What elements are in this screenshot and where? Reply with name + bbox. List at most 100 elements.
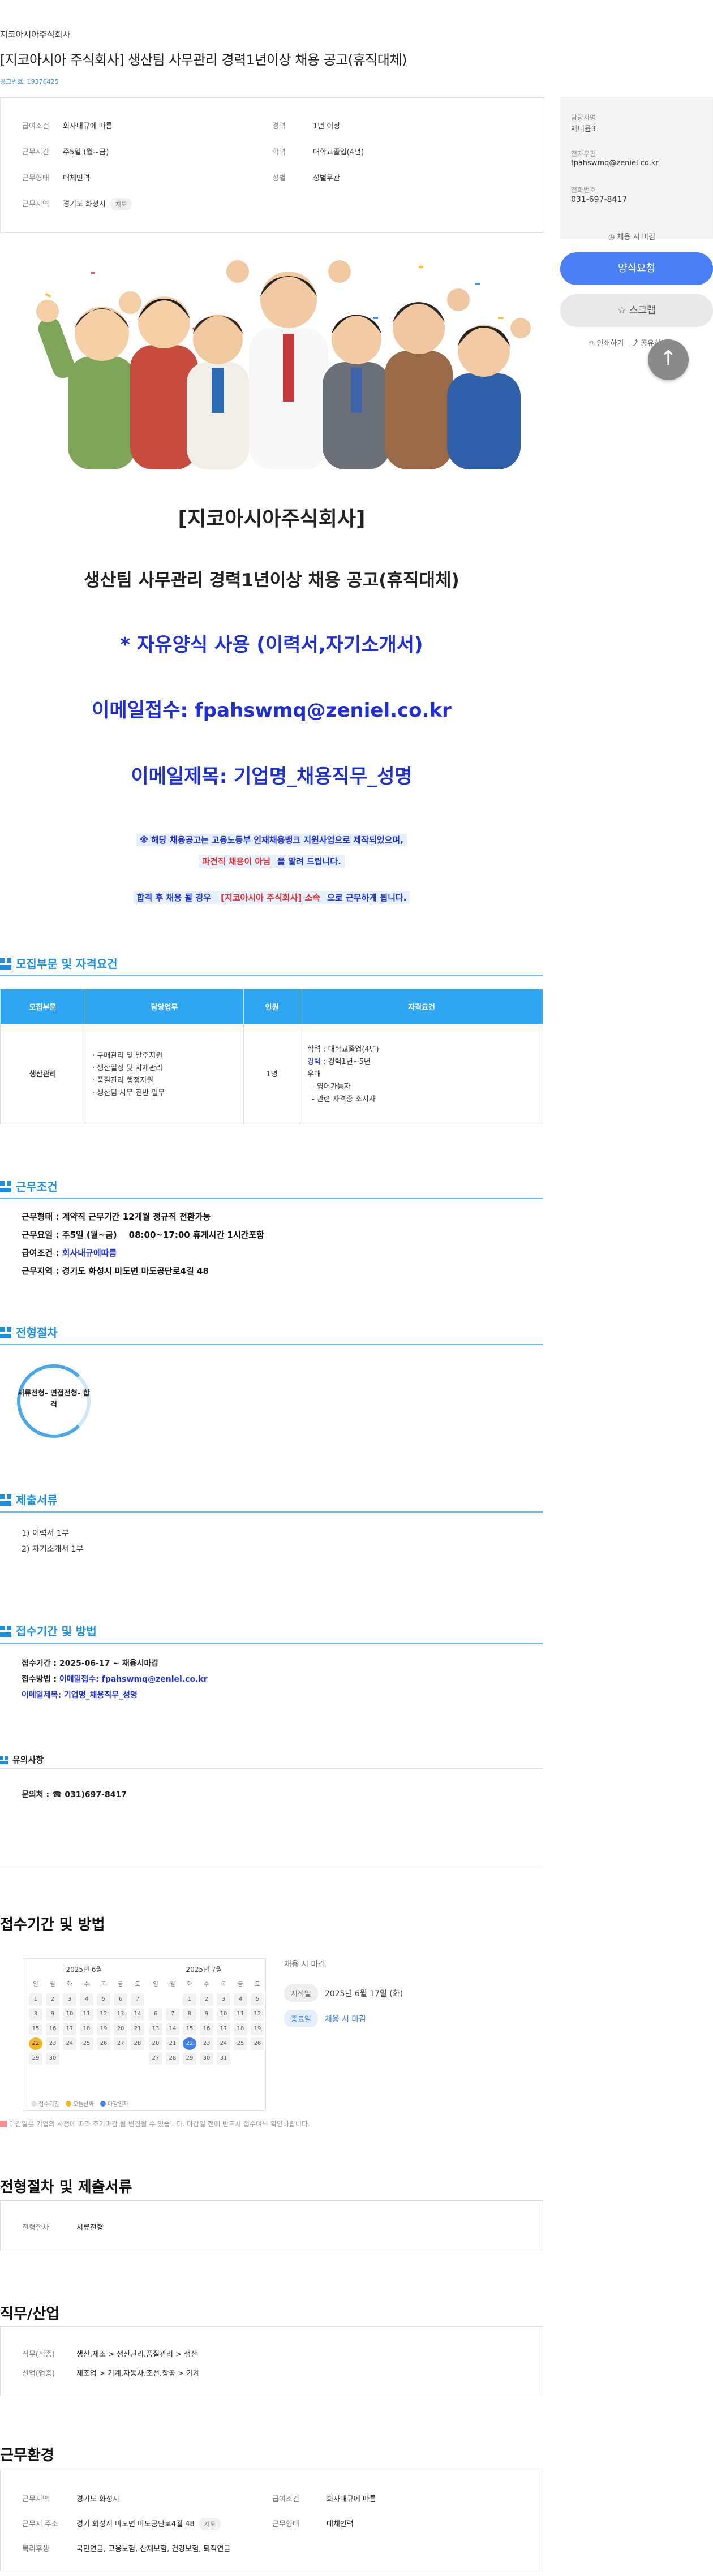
receipt-period: 접수기간 : 2025-06-17 ~ 채용시마감 xyxy=(22,1659,159,1668)
person-5 xyxy=(323,315,390,469)
person-1 xyxy=(36,300,136,469)
page-title: [지코아시아 주식회사] 생산팀 사무관리 경력1년이상 채용 공고(휴직대체) xyxy=(0,52,407,68)
scroll-top-button[interactable]: ↑ xyxy=(648,339,689,380)
calendar-day: 6 xyxy=(114,1993,127,2006)
weekday-label: 월 xyxy=(50,1981,55,1988)
calendar-day: 21 xyxy=(166,2037,179,2050)
divider xyxy=(0,1768,543,1769)
calendar-day: 5 xyxy=(97,1993,110,2006)
calendar-day: 19 xyxy=(251,2023,264,2035)
end-text: 채용 시 마감 xyxy=(324,2015,367,2024)
recruit-count: 1명 xyxy=(243,1024,300,1125)
calendar-day: 5 xyxy=(251,1993,264,2006)
calendar-day: 18 xyxy=(80,2023,93,2035)
contact-email[interactable]: fpahswmq@zeniel.co.kr xyxy=(571,159,659,167)
recruit-duties: · 구매관리 및 발주지원 · 생산일정 및 자재관리 · 품질관리 행정지원 … xyxy=(85,1024,244,1125)
calendar-day: 7 xyxy=(166,2008,179,2021)
share-icon: ⤴ xyxy=(630,339,638,348)
weekday-label: 수 xyxy=(84,1981,89,1988)
doc-item: 1) 이력서 1부 xyxy=(22,1529,69,1538)
receipt-method: 접수방법 : 이메일접수: fpahswmq@zeniel.co.kr xyxy=(22,1675,208,1684)
weekday-label: 화 xyxy=(67,1981,72,1988)
calendar-legend: 접수기간 오늘날짜 마감일자 xyxy=(31,2099,128,2108)
clock-icon: ◷ xyxy=(608,233,615,242)
weekday-label: 일 xyxy=(153,1981,158,1988)
start-date: 2025년 6월 17일 (화) xyxy=(324,1989,403,1998)
apply-section-title: 접수기간 및 방법 xyxy=(0,1916,105,1933)
calendar-day: 4 xyxy=(80,1993,93,2006)
industry-title: 직무/산업 xyxy=(0,2306,60,2323)
poster-company: [지코아시아주식회사] xyxy=(178,507,366,531)
calendar-day: 18 xyxy=(234,2023,247,2035)
alert-icon xyxy=(0,2121,7,2127)
contact-phone: 031-697-8417 xyxy=(571,195,628,204)
calendar-day: 22 xyxy=(183,2037,196,2050)
calendar-day: 13 xyxy=(114,2008,127,2021)
job-number: 공고번호: 19376425 xyxy=(0,78,59,85)
calendar-day: 8 xyxy=(183,2008,196,2021)
calendar-day: 10 xyxy=(217,2008,230,2021)
section-docs-heading: 제출서류 xyxy=(0,1491,58,1507)
grid-icon xyxy=(0,1181,11,1192)
calendar-day: 28 xyxy=(131,2037,144,2050)
calendar-day: 28 xyxy=(166,2052,179,2065)
scrap-button[interactable]: ☆ 스크랩 xyxy=(560,294,713,327)
calendar-day: 17 xyxy=(217,2023,230,2035)
divider xyxy=(0,1643,543,1644)
calendar-day: 14 xyxy=(166,2023,179,2035)
process-steps: 서류전형- 면접전형- 합격 xyxy=(18,1389,90,1409)
calendar-day: 2 xyxy=(46,1993,59,2006)
calendar-day: 24 xyxy=(217,2037,230,2050)
calendar-day: 21 xyxy=(131,2023,144,2035)
calendar-day: 20 xyxy=(149,2037,162,2050)
weekday-label: 수 xyxy=(204,1981,209,1988)
grid-icon xyxy=(0,1626,11,1637)
calendar-day: 25 xyxy=(234,2037,247,2050)
map-tag[interactable]: 지도 xyxy=(199,2518,221,2530)
industry-box: 직무(직종) 생산.제조 > 생산관리.품질관리 > 생산 산업(업종) 제조업 >… xyxy=(0,2326,543,2396)
weekday-label: 토 xyxy=(255,1981,260,1988)
calendar-day: 20 xyxy=(114,2023,127,2035)
recruit-part: 생산관리 xyxy=(0,1024,85,1125)
print-link[interactable]: 인쇄하기 xyxy=(597,339,624,348)
calendar-box: 2025년 6월 일 월 화 수 목 금 토 1 2 3 4 5 6 7 8 9 10 11 12 13 14 15 16 1… xyxy=(23,1958,266,2111)
calendar-day: 1 xyxy=(29,1993,42,2006)
work-type: 근무형태 : 계약직 근무기간 12개월 정규직 전환가능 xyxy=(22,1212,211,1222)
map-tag[interactable]: 지도 xyxy=(110,198,132,210)
calendar-day: 29 xyxy=(183,2052,196,2065)
calendar-blank xyxy=(149,1993,162,2006)
section-inquiry-heading: 유의사항 xyxy=(0,1754,44,1765)
calendar-blank xyxy=(166,1993,179,2006)
inquiry-phone: 문의처 : ☎ 031)697-8417 xyxy=(22,1790,127,1799)
calendar-day: 30 xyxy=(46,2052,59,2065)
proc-docs-box: 전형절차 서류전형 xyxy=(0,2200,543,2251)
calendar-day: 25 xyxy=(80,2037,93,2050)
contact-panel: 담당자명 재니뮴3 전자우편 fpahswmq@zeniel.co.kr 전화번… xyxy=(560,97,713,239)
calendar-day: 15 xyxy=(29,2023,42,2035)
calendar-day: 9 xyxy=(200,2008,213,2021)
receipt-subject: 이메일제목: 기업명_채용직무_성명 xyxy=(22,1691,138,1700)
poster-notice-3: 합격 후 채용 될 경우 [지코아시아 주식회사] 소속 으로 근무하게 됩니다. xyxy=(0,891,543,904)
calendar-day: 19 xyxy=(97,2023,110,2035)
calendar-day: 23 xyxy=(46,2037,59,2050)
apply-button[interactable]: 양식요청 xyxy=(560,252,713,285)
calendar-day: 12 xyxy=(251,2008,264,2021)
calendar-day: 3 xyxy=(217,1993,230,2006)
calendar-day: 29 xyxy=(29,2052,42,2065)
doc-item: 2) 자기소개서 1부 xyxy=(22,1545,84,1554)
poster-notice-1: ※ 해당 채용공고는 고용노동부 인재채용뱅크 지원사업으로 제작되었으며, xyxy=(0,834,543,846)
deadline-mini: ◷ 채용 시 마감 xyxy=(608,233,656,242)
grid-icon xyxy=(0,1494,11,1506)
calendar-day: 16 xyxy=(200,2023,213,2035)
person-2 xyxy=(119,291,198,469)
weekday-label: 월 xyxy=(170,1981,175,1988)
poster-title: 생산팀 사무관리 경력1년이상 채용 공고(휴직대체) xyxy=(84,570,459,591)
calendar-day: 26 xyxy=(97,2037,110,2050)
calendar-day: 27 xyxy=(114,2037,127,2050)
company-name[interactable]: 지코아시아주식회사 xyxy=(0,28,70,40)
calendar-day: 26 xyxy=(251,2037,264,2050)
poster-email-subject: 이메일제목: 기업명_채용직무_성명 xyxy=(131,765,413,788)
calendar-day: 11 xyxy=(234,2008,247,2021)
calendar-day: 1 xyxy=(183,1993,196,2006)
calendar-day: 3 xyxy=(63,1993,76,2006)
